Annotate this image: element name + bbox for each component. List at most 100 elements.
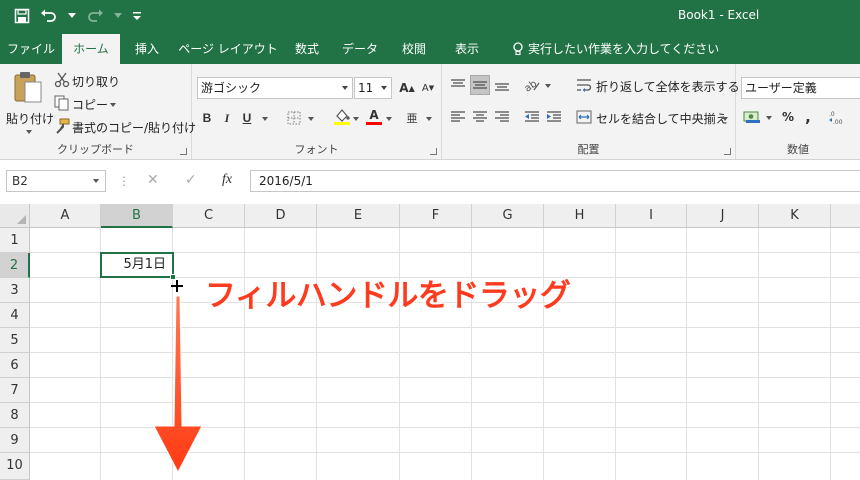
bold-button[interactable]: B xyxy=(197,108,217,128)
paste-button[interactable]: 貼り付け xyxy=(6,70,54,146)
name-box-value: B2 xyxy=(12,174,28,188)
tell-me-box[interactable]: 実行したい作業を入力してください xyxy=(512,34,719,64)
gridline xyxy=(758,228,759,480)
italic-button[interactable]: I xyxy=(217,108,237,128)
comma-button[interactable]: , xyxy=(798,107,818,127)
gridline xyxy=(399,228,400,480)
chevron-down-icon xyxy=(722,117,728,121)
column-header-l[interactable] xyxy=(831,204,860,228)
insert-function-button[interactable]: fx xyxy=(222,172,232,188)
phonetic-button[interactable]: 亜 xyxy=(402,108,422,128)
fill-bucket-icon xyxy=(334,109,350,125)
tab-home[interactable]: ホーム xyxy=(62,34,120,64)
formula-bar-grip[interactable]: ⋮ xyxy=(118,174,130,188)
undo-icon[interactable] xyxy=(40,6,58,26)
row-header-2[interactable]: 2 xyxy=(0,253,30,278)
column-header-i[interactable]: I xyxy=(616,204,687,228)
font-group-label: フォント xyxy=(294,143,339,156)
merge-center-button[interactable]: セルを結合して中央揃え xyxy=(576,107,732,127)
confirm-entry-icon[interactable]: ✓ xyxy=(185,172,197,188)
svg-text:.00: .00 xyxy=(833,119,843,125)
gridline xyxy=(543,228,544,480)
row-header-4[interactable]: 4 xyxy=(0,303,30,328)
borders-button[interactable] xyxy=(284,108,304,128)
row-header-3[interactable]: 3 xyxy=(0,278,30,303)
chevron-down-icon xyxy=(545,84,551,88)
active-cell-b2[interactable]: 5月1日 xyxy=(100,252,174,278)
wrap-text-button[interactable]: 折り返して全体を表示する xyxy=(576,75,740,95)
tab-data[interactable]: データ xyxy=(334,34,386,64)
shrink-font-glyph: A xyxy=(421,82,429,94)
column-header-h[interactable]: H xyxy=(544,204,616,228)
column-header-f[interactable]: F xyxy=(400,204,472,228)
align-center-button[interactable] xyxy=(470,107,490,127)
formula-input[interactable]: 2016/5/1 xyxy=(250,170,860,192)
merge-cells-icon xyxy=(576,110,592,124)
chevron-down-icon xyxy=(93,179,99,183)
customize-qat-icon[interactable] xyxy=(132,6,142,26)
tab-formulas[interactable]: 数式 xyxy=(288,34,326,64)
align-middle-button[interactable] xyxy=(470,75,490,95)
scissors-icon xyxy=(54,72,70,88)
orientation-button[interactable]: ab xyxy=(522,75,542,95)
worksheet-grid[interactable]: A B C D E F G H I J K 1 2 3 4 5 6 7 8 9 … xyxy=(0,204,860,480)
row-header-5[interactable]: 5 xyxy=(0,328,30,353)
increase-decimal-button[interactable]: .0.00 xyxy=(828,107,848,127)
chevron-down-icon xyxy=(766,116,772,120)
font-size-combo[interactable]: 11 xyxy=(354,77,392,99)
tab-page-layout[interactable]: ページ レイアウト xyxy=(176,34,280,64)
column-header-b[interactable]: B xyxy=(101,204,173,228)
text-orientation-icon: ab xyxy=(523,78,540,93)
copy-button[interactable]: コピー xyxy=(54,93,124,113)
number-group-label: 数値 xyxy=(787,143,809,156)
select-all-corner[interactable] xyxy=(0,204,30,228)
lightbulb-icon xyxy=(513,42,523,56)
column-header-c[interactable]: C xyxy=(173,204,245,228)
align-bottom-button[interactable] xyxy=(492,75,512,95)
tab-review[interactable]: 校閲 xyxy=(394,34,434,64)
accounting-format-button[interactable] xyxy=(742,107,762,127)
fill-color-button[interactable] xyxy=(332,106,352,126)
clipboard-launcher-icon[interactable] xyxy=(180,148,187,155)
percent-button[interactable]: % xyxy=(778,107,798,127)
column-header-a[interactable]: A xyxy=(30,204,101,228)
align-top-button[interactable] xyxy=(448,75,468,95)
row-header-9[interactable]: 9 xyxy=(0,428,30,453)
row-header-6[interactable]: 6 xyxy=(0,353,30,378)
save-icon[interactable] xyxy=(14,6,30,26)
font-name-value: 游ゴシック xyxy=(201,81,262,95)
grow-font-button[interactable]: A ▲ xyxy=(397,78,417,98)
font-name-combo[interactable]: 游ゴシック xyxy=(197,77,353,99)
row-header-1[interactable]: 1 xyxy=(0,228,30,253)
font-color-button[interactable]: A xyxy=(364,106,384,126)
column-header-d[interactable]: D xyxy=(245,204,317,228)
alignment-group-label: 配置 xyxy=(577,143,600,156)
clipboard-group-label: クリップボード xyxy=(57,143,134,156)
column-header-j[interactable]: J xyxy=(687,204,759,228)
row-header-7[interactable]: 7 xyxy=(0,378,30,403)
decrease-indent-button[interactable] xyxy=(522,107,542,127)
font-color-glyph: A xyxy=(369,107,379,122)
paste-label: 貼り付け xyxy=(6,112,55,126)
shrink-font-button[interactable]: A ▼ xyxy=(418,78,438,98)
chevron-down-icon[interactable] xyxy=(68,6,76,26)
alignment-launcher-icon[interactable] xyxy=(724,148,731,155)
row-header-8[interactable]: 8 xyxy=(0,403,30,428)
underline-button[interactable]: U xyxy=(237,108,257,128)
increase-indent-button[interactable] xyxy=(544,107,564,127)
tab-insert[interactable]: 挿入 xyxy=(126,34,168,64)
column-header-k[interactable]: K xyxy=(759,204,831,228)
align-left-button[interactable] xyxy=(448,107,468,127)
font-launcher-icon[interactable] xyxy=(430,148,437,155)
align-right-button[interactable] xyxy=(492,107,512,127)
row-header-10[interactable]: 10 xyxy=(0,453,30,480)
tab-view[interactable]: 表示 xyxy=(444,34,490,64)
name-box[interactable]: B2 xyxy=(6,170,106,192)
number-format-combo[interactable]: ユーザー定義 xyxy=(741,77,860,99)
column-header-g[interactable]: G xyxy=(472,204,544,228)
cancel-entry-icon[interactable]: ✕ xyxy=(147,172,159,188)
column-header-e[interactable]: E xyxy=(317,204,400,228)
tab-file[interactable]: ファイル xyxy=(4,34,58,64)
align-middle-icon xyxy=(473,81,487,89)
ribbon-tabs: ファイル ホーム 挿入 ページ レイアウト 数式 データ 校閲 表示 実行したい… xyxy=(0,34,860,64)
